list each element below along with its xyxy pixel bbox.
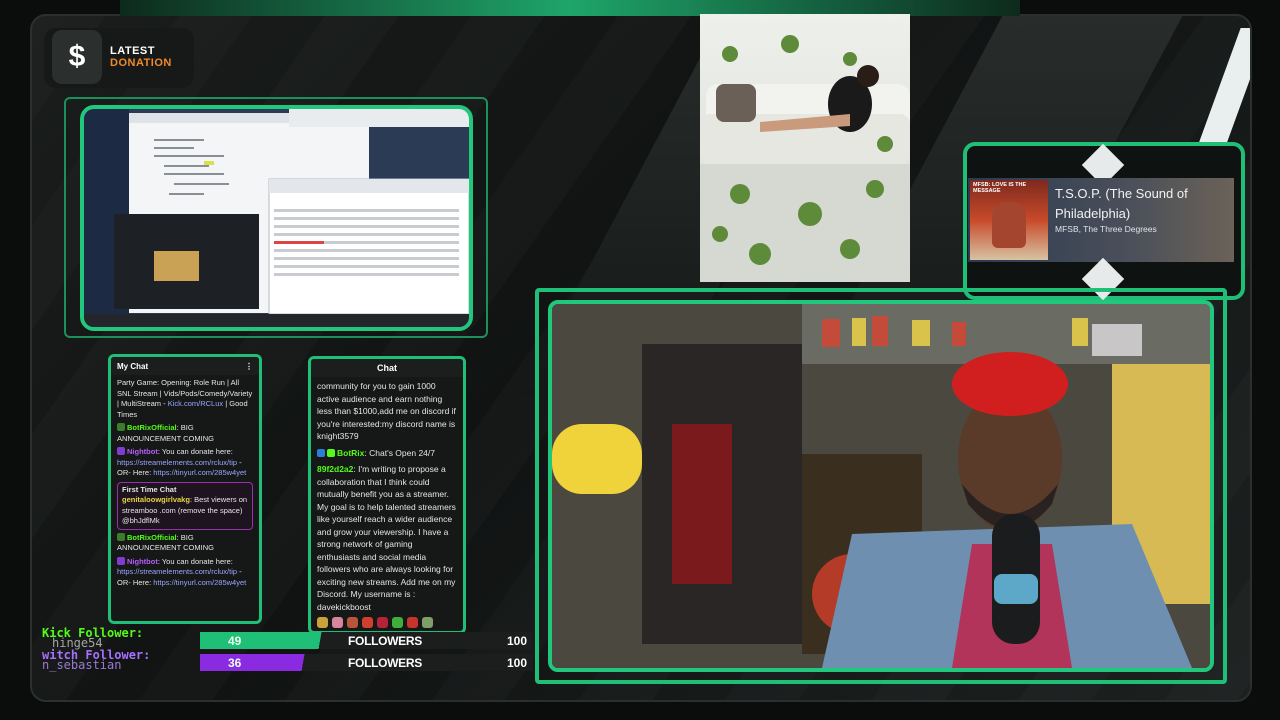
kick-follower-progress (200, 632, 340, 649)
chat-username[interactable]: BotRix (337, 448, 364, 458)
webcam-feed (548, 300, 1214, 672)
chat-message: BotRix: Chat's Open 24/7 (317, 447, 457, 460)
more-options-icon[interactable]: ⋮ (245, 362, 253, 371)
chat-title: Chat (377, 363, 397, 373)
chat-message: community for you to gain 1000 active au… (317, 381, 456, 441)
emote-icon[interactable] (332, 617, 343, 628)
chat-username[interactable]: genitaloowgirlvakg (122, 495, 190, 504)
emote-icon[interactable] (422, 617, 433, 628)
chat-link[interactable]: https://tinyurl.com/285w4yet (153, 578, 246, 587)
chat-message: Party Game: Opening: Role Run | All SNL … (117, 378, 253, 419)
now-playing-card: MFSB: LOVE IS THE MESSAGE T.S.O.P. (The … (968, 178, 1234, 262)
chat-username[interactable]: 89f2d2a2 (317, 464, 353, 474)
twitch-follower-goal: 100 (506, 656, 527, 670)
chat-username[interactable]: BotRixOfficial (127, 533, 177, 542)
twitch-followers-label: FOLLOWERS (348, 656, 422, 670)
track-title: T.S.O.P. (The Sound of Philadelphia) (1055, 186, 1188, 221)
emote-icon[interactable] (347, 617, 358, 628)
chat-message: 89f2d2a2: I'm writing to propose a colla… (317, 464, 456, 612)
desktop-capture-graphic (84, 109, 469, 327)
bot-badge-icon (117, 532, 125, 541)
kick-follower-count: 49 (228, 634, 242, 648)
chat-message: BotRixOfficial: BIG ANNOUNCEMENT COMING (117, 423, 214, 443)
track-artist: MFSB, The Three Degrees (1055, 224, 1157, 234)
emote-icon[interactable] (392, 617, 403, 628)
chat-link[interactable]: https://streamelements.com/rclux/tip (117, 567, 237, 576)
my-chat-messages[interactable]: Party Game: Opening: Role Run | All SNL … (111, 375, 259, 591)
album-art: MFSB: LOVE IS THE MESSAGE (970, 180, 1048, 260)
album-title-text: MFSB: LOVE IS THE MESSAGE (973, 182, 1027, 194)
chat-link[interactable]: https://tinyurl.com/285w4yet (153, 468, 246, 477)
bot-badge-icon (317, 448, 325, 457)
my-chat-title: My Chat (117, 361, 149, 371)
couch-plant-photo-graphic (700, 35, 910, 282)
webcam-scene-graphic (552, 304, 1210, 668)
chat-messages[interactable]: community for you to gain 1000 active au… (311, 377, 463, 616)
album-figure (992, 202, 1026, 248)
chat-panel: Chat community for you to gain 1000 acti… (308, 356, 466, 634)
kick-follower-goal-bar: 49 FOLLOWERS 100 (200, 632, 533, 649)
chat-message: Nightbot: You can donate here: https://s… (117, 556, 247, 587)
twitch-follower-count: 36 (228, 656, 242, 670)
my-chat-panel: My Chat ⋮ Party Game: Opening: Role Run |… (108, 354, 262, 624)
screen-capture (80, 105, 473, 331)
first-time-chat-message: First Time Chat genitaloowgirlvakg: Best… (117, 481, 253, 530)
chat-link[interactable]: Kick.com/RCLux (168, 399, 223, 408)
verified-badge-icon (327, 448, 335, 457)
chat-username[interactable]: Nightbot (127, 447, 158, 456)
bot-badge-icon (117, 556, 125, 565)
chat-link[interactable]: https://streamelements.com/rclux/tip (117, 458, 237, 467)
kick-follower-goal: 100 (506, 634, 527, 648)
twitch-follower-goal-bar: 36 FOLLOWERS 100 (200, 654, 533, 671)
emote-icon[interactable] (317, 617, 328, 628)
dollar-icon: $ (52, 30, 102, 84)
emote-bar (317, 617, 433, 628)
chat-message: BotRixOfficial: BIG ANNOUNCEMENT COMING (117, 532, 214, 552)
chat-header: Chat (311, 359, 463, 377)
decor-slash (1193, 28, 1250, 158)
promo-photo (700, 14, 910, 282)
chat-message: Nightbot: You can donate here: https://s… (117, 447, 247, 477)
bot-badge-icon (117, 423, 125, 431)
chat-username[interactable]: BotRixOfficial (127, 423, 177, 432)
emote-icon[interactable] (362, 617, 373, 628)
donation-label: DONATION (110, 57, 172, 69)
twitch-follower-progress (200, 654, 320, 671)
emote-icon[interactable] (377, 617, 388, 628)
my-chat-header: My Chat ⋮ (111, 357, 259, 375)
kick-followers-label: FOLLOWERS (348, 634, 422, 648)
first-time-chat-label: First Time Chat (122, 484, 177, 494)
latest-label: LATEST (110, 45, 155, 57)
bot-badge-icon (117, 447, 125, 455)
emote-icon[interactable] (407, 617, 418, 628)
chat-username[interactable]: Nightbot (127, 557, 158, 566)
twitch-latest-follower: n_sebastian (42, 658, 122, 672)
